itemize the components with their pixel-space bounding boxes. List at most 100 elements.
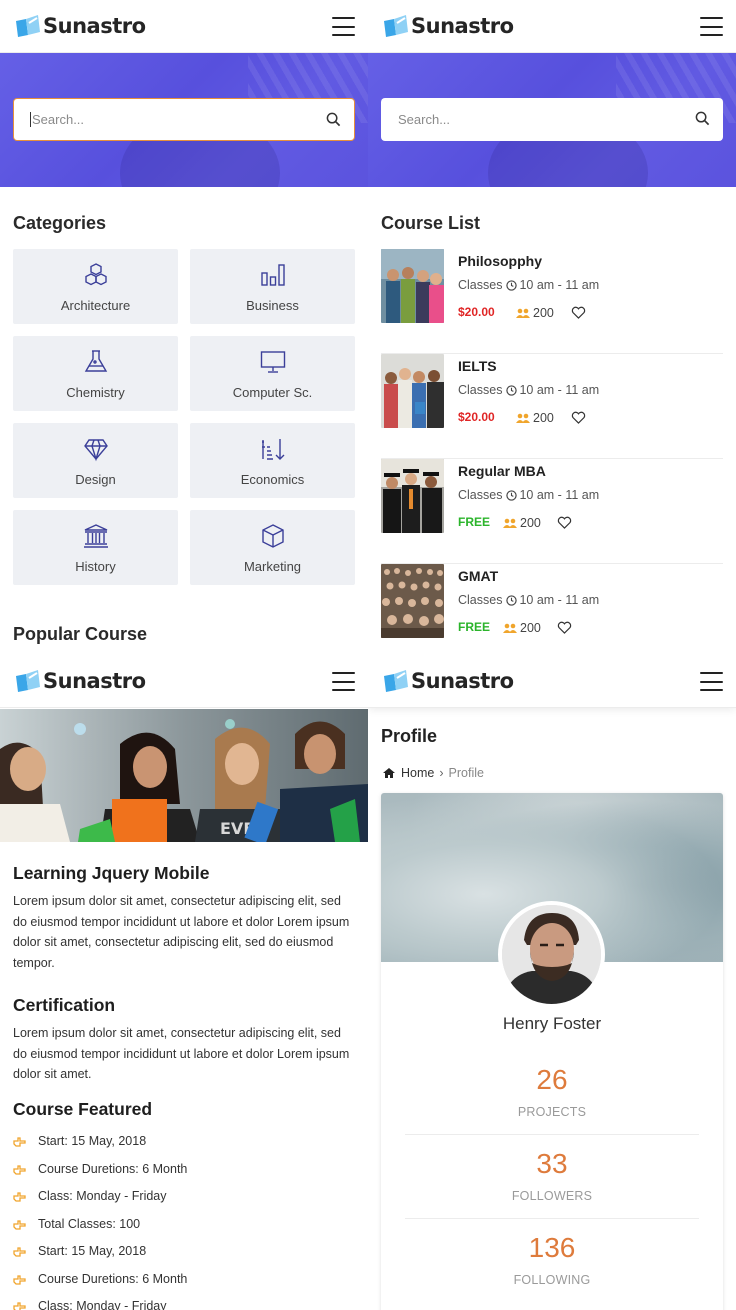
category-chemistry[interactable]: Chemistry (13, 336, 178, 411)
course-thumbnail (381, 249, 444, 323)
users-icon (503, 518, 517, 528)
brand-logo[interactable]: Sunastro (14, 11, 146, 41)
search-input[interactable]: Search... (13, 98, 355, 141)
book-logo-icon (16, 15, 40, 37)
course-banner-image: EVE (0, 709, 368, 842)
categories-title: Categories (13, 213, 107, 233)
course-schedule: Classes 10 am - 11 am (458, 593, 600, 607)
course-name: GMAT (458, 568, 499, 584)
bar-chart-icon (261, 264, 285, 286)
category-label: Chemistry (66, 385, 125, 400)
clock-icon (506, 279, 518, 291)
hand-pointer-icon (13, 1219, 26, 1230)
app-header: Sunastro (0, 0, 368, 53)
profile-screen: Sunastro Profile Home › Profile Henry Fo… (368, 655, 736, 1310)
course-detail-screen: Sunastro EVE Learning Jquery Mobile Lore… (0, 655, 368, 1310)
users-icon (503, 623, 517, 633)
book-logo-icon (384, 670, 408, 692)
course-name: Philosopphy (458, 253, 542, 269)
book-logo-icon (16, 670, 40, 692)
course-list-title: Course List (381, 213, 481, 233)
search-placeholder: Search... (398, 112, 451, 127)
feature-item: Total Classes: 100 (13, 1217, 358, 1245)
search-input[interactable]: Search... (381, 98, 723, 141)
feature-item: Start: 15 May, 2018 (13, 1134, 358, 1162)
category-label: History (75, 559, 116, 574)
heart-icon[interactable] (571, 306, 586, 319)
course-intro-text: Lorem ipsum dolor sit amet, consectetur … (13, 894, 350, 970)
course-thumbnail (381, 459, 444, 533)
category-label: Architecture (60, 298, 131, 313)
users-icon (516, 308, 530, 318)
hand-pointer-icon (13, 1247, 26, 1257)
divider (405, 1218, 699, 1219)
feature-item: Course Duretions: 6 Month (13, 1162, 358, 1190)
stat-projects: 26 PROJECTS (405, 1064, 699, 1119)
certification-title: Certification (13, 995, 116, 1015)
clock-icon (506, 594, 518, 606)
category-architecture[interactable]: Architecture (13, 249, 178, 324)
feature-item: Class: Monday - Friday (13, 1189, 358, 1217)
search-icon[interactable] (695, 111, 710, 126)
heart-icon[interactable] (557, 621, 572, 634)
course-list-screen: Sunastro Search... Course List Philosopp… (368, 0, 736, 655)
heart-icon[interactable] (557, 516, 572, 529)
hand-pointer-icon (13, 1137, 26, 1147)
brand-logo[interactable]: Sunastro (14, 666, 146, 696)
sort-amount-icon (262, 439, 285, 460)
avatar[interactable] (498, 901, 605, 1008)
search-hero: Search... (368, 53, 736, 187)
stat-label: PROJECTS (517, 1105, 587, 1119)
course-price: $20.00 (458, 410, 495, 424)
app-header: Sunastro (368, 655, 736, 708)
category-label: Marketing (243, 559, 302, 574)
home-screen: Sunastro Search... Categories Architectu… (0, 0, 368, 655)
heart-icon[interactable] (571, 411, 586, 424)
hamburger-menu-icon[interactable] (332, 17, 355, 36)
category-economics[interactable]: Economics (190, 423, 355, 498)
book-logo-icon (384, 15, 408, 37)
category-label: Design (75, 472, 116, 487)
brand-logo[interactable]: Sunastro (382, 11, 514, 41)
search-icon[interactable] (326, 112, 341, 127)
category-business[interactable]: Business (190, 249, 355, 324)
course-item[interactable]: GMAT Classes 10 am - 11 am FREE 200 (381, 564, 723, 655)
app-header: Sunastro (0, 655, 368, 708)
hamburger-menu-icon[interactable] (332, 672, 355, 691)
course-item[interactable]: Philosopphy Classes 10 am - 11 am $20.00 … (381, 249, 723, 354)
text-caret (30, 112, 31, 127)
category-computer-science[interactable]: Computer Sc. (190, 336, 355, 411)
brand-name: Sunastro (411, 669, 514, 693)
course-schedule: Classes 10 am - 11 am (458, 488, 600, 502)
course-item[interactable]: IELTS Classes 10 am - 11 am $20.00 200 (381, 354, 723, 459)
popular-course-title: Popular Course (13, 624, 148, 644)
course-price: $20.00 (458, 305, 495, 319)
feature-item: Class: Monday - Friday (13, 1299, 358, 1310)
hamburger-menu-icon[interactable] (700, 17, 723, 36)
search-hero: Search... (0, 53, 368, 187)
brand-name: Sunastro (43, 14, 146, 38)
course-students: 200 (503, 621, 541, 635)
category-marketing[interactable]: Marketing (190, 510, 355, 585)
brand-logo[interactable]: Sunastro (382, 666, 514, 696)
breadcrumb-home-link[interactable]: Home (401, 766, 434, 780)
feature-item: Start: 15 May, 2018 (13, 1244, 358, 1272)
course-title: Learning Jquery Mobile (13, 863, 210, 883)
course-name: IELTS (458, 358, 497, 374)
course-item[interactable]: Regular MBA Classes 10 am - 11 am FREE 20… (381, 459, 723, 564)
box-icon (262, 524, 284, 548)
course-thumbnail (381, 354, 444, 428)
stat-value: 136 (528, 1232, 576, 1263)
hand-pointer-icon (13, 1192, 26, 1202)
stat-label: FOLLOWING (513, 1273, 591, 1287)
category-design[interactable]: Design (13, 423, 178, 498)
category-history[interactable]: History (13, 510, 178, 585)
course-price: FREE (458, 515, 491, 529)
hamburger-menu-icon[interactable] (700, 672, 723, 691)
stat-following: 136 FOLLOWING (405, 1232, 699, 1287)
app-header: Sunastro (368, 0, 736, 53)
course-schedule: Classes 10 am - 11 am (458, 278, 600, 292)
breadcrumb-separator-icon: › (439, 766, 444, 780)
stat-value: 33 (536, 1148, 568, 1179)
brand-name: Sunastro (43, 669, 146, 693)
